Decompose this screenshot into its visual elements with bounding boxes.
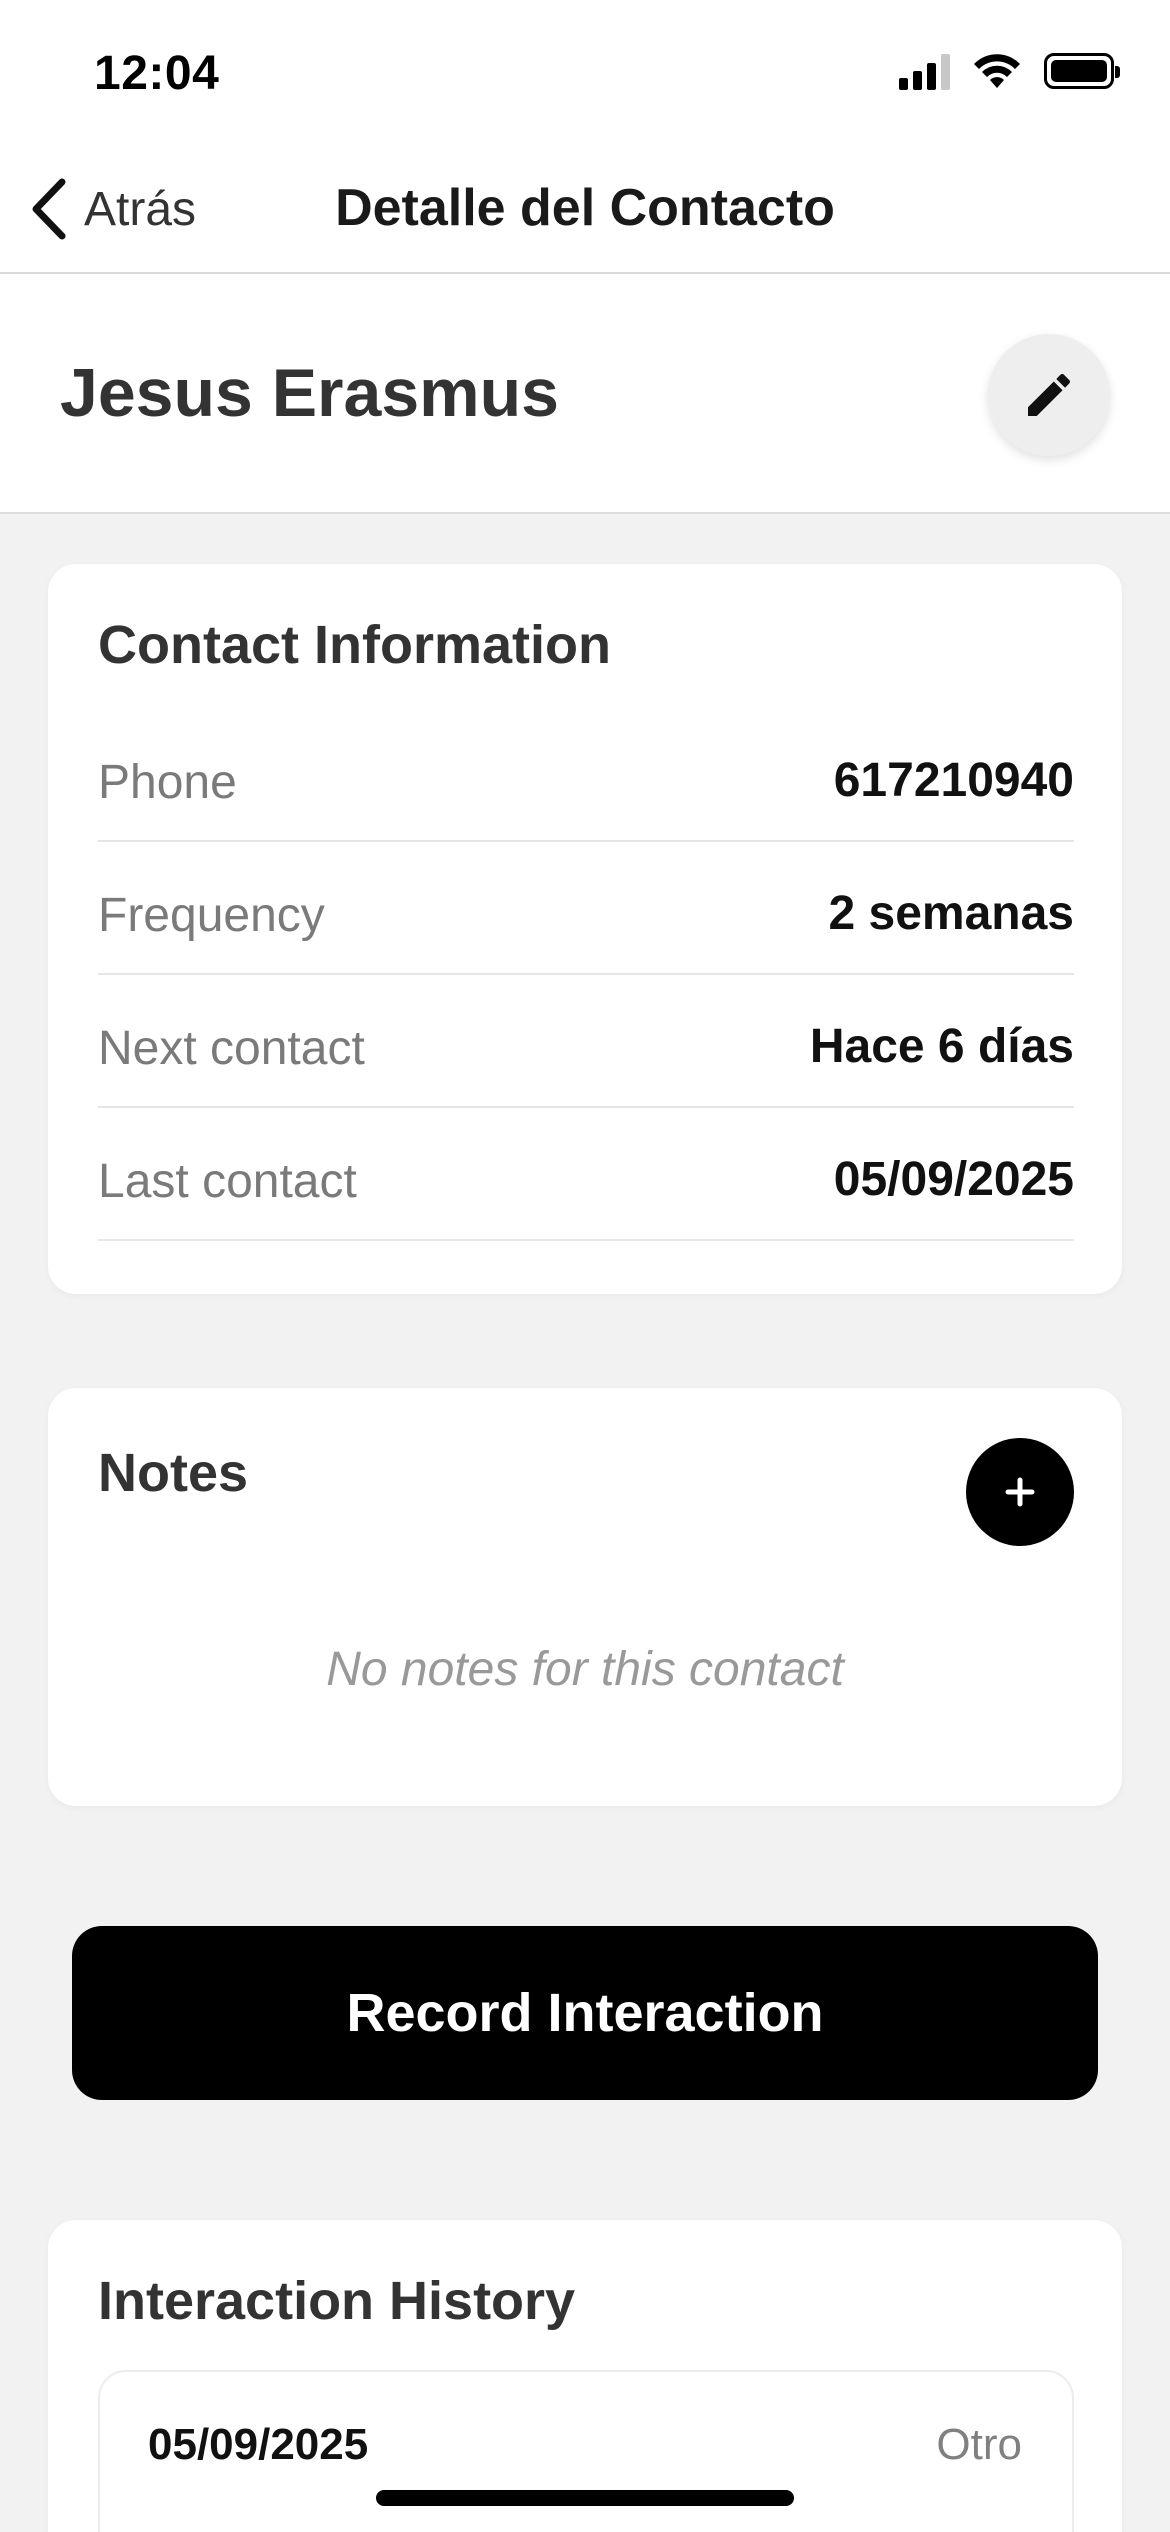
interaction-history-card: Interaction History 05/09/2025 Otro	[48, 2220, 1122, 2532]
status-bar: 12:04	[0, 0, 1170, 150]
interaction-history-title: Interaction History	[98, 2271, 576, 2331]
status-time: 12:04	[94, 47, 220, 100]
navigation-bar: Atrás Detalle del Contacto	[0, 150, 1170, 274]
info-label: Phone	[98, 756, 237, 809]
contact-detail-screen: 12:04 Atrás Detalle del Contacto Jesus E…	[0, 0, 1170, 2532]
empty-notes-message: No notes for this contact	[326, 1643, 844, 1696]
battery-icon	[1044, 53, 1120, 89]
info-value: 617210940	[833, 754, 1074, 807]
info-row-frequency: Frequency 2 semanas	[98, 842, 1074, 975]
history-item-type: Otro	[936, 2420, 1022, 2469]
cellular-signal-icon	[899, 52, 950, 90]
info-row-last-contact: Last contact 05/09/2025	[98, 1108, 1074, 1241]
info-row-phone: Phone 617210940	[98, 709, 1074, 842]
wifi-icon	[974, 54, 1020, 88]
info-label: Last contact	[98, 1155, 357, 1208]
contact-information-card: Contact Information Phone 617210940 Freq…	[48, 564, 1122, 1294]
contact-header: Jesus Erasmus	[0, 274, 1170, 514]
add-note-button[interactable]	[966, 1438, 1074, 1546]
home-indicator[interactable]	[376, 2490, 794, 2506]
contact-name: Jesus Erasmus	[60, 355, 559, 431]
pencil-icon	[1028, 373, 1071, 416]
history-item[interactable]: 05/09/2025 Otro	[98, 2370, 1074, 2532]
contact-information-title: Contact Information	[98, 615, 611, 675]
status-icons	[899, 52, 1120, 90]
info-value: 05/09/2025	[833, 1153, 1074, 1206]
info-value: Hace 6 días	[809, 1020, 1074, 1073]
notes-title: Notes	[98, 1443, 249, 1503]
plus-icon	[1005, 1477, 1035, 1507]
info-value: 2 semanas	[828, 887, 1074, 940]
notes-card: Notes No notes for this contact	[48, 1388, 1122, 1806]
edit-contact-button[interactable]	[988, 334, 1110, 456]
nav-title: Detalle del Contacto	[335, 179, 835, 237]
info-row-next-contact: Next contact Hace 6 días	[98, 975, 1074, 1108]
info-label: Frequency	[98, 889, 325, 942]
record-interaction-button[interactable]: Record Interaction	[72, 1926, 1098, 2100]
info-label: Next contact	[98, 1022, 365, 1075]
history-item-date: 05/09/2025	[148, 2420, 369, 2469]
